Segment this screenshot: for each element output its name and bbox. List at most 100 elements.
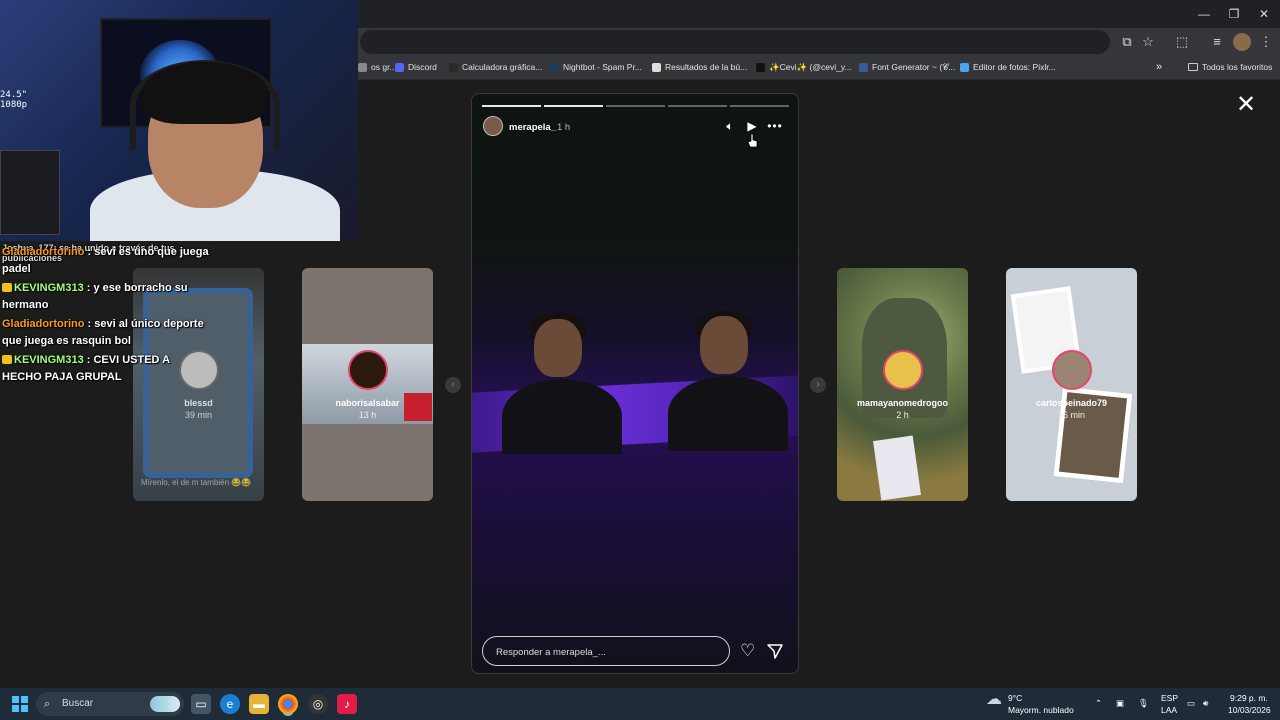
heart-icon[interactable]: ♡ [740, 642, 758, 660]
webcam-overlay: 24.5" 1080p [0, 0, 358, 241]
weather-temp[interactable]: 9°C [1008, 693, 1022, 704]
file-explorer-icon[interactable]: ▬ [249, 694, 269, 714]
card-username: mamayanomedrogoo [856, 398, 949, 408]
tiktok-icon[interactable]: ♪ [337, 694, 357, 714]
progress-segment [544, 105, 603, 107]
bookmark-label: ✨Cevi✨ (@cevi_y... [769, 62, 852, 72]
active-story[interactable]: merapela_ 1 h 🔈︎ ▶ ••• Responder a merap… [471, 93, 799, 674]
bookmark-item[interactable]: ✨Cevi✨ (@cevi_y... [756, 60, 852, 74]
bookmark-favicon-icon [652, 62, 661, 72]
chrome-icon[interactable] [278, 694, 298, 714]
chat-message: KEVINGM313 : CEVI USTED A HECHO PAJA GRU… [2, 352, 212, 386]
bookmark-label: Nightbot - Spam Pr... [563, 62, 642, 72]
bookmark-favicon-icon [550, 62, 559, 72]
progress-segment [606, 105, 665, 107]
send-icon[interactable] [766, 642, 784, 660]
next-story-icon[interactable]: › [810, 377, 826, 393]
chat-message: Gladiadortorino : sevi es uno que juega … [2, 244, 212, 278]
bookmark-item[interactable]: Resultados de la bú... [652, 60, 747, 74]
avatar [1052, 350, 1092, 390]
reply-placeholder: Responder a merapela_... [496, 647, 606, 658]
mute-icon[interactable]: 🔈︎ [722, 118, 738, 134]
extensions-icon[interactable]: ⬚ [1173, 33, 1191, 51]
subscriber-badge-icon [2, 283, 12, 292]
monitor-label: 24.5" 1080p [0, 90, 28, 110]
network-icon[interactable]: ▭ [1187, 698, 1195, 709]
card-time: 2 h [896, 410, 909, 420]
weather-icon[interactable]: ☁ [986, 692, 1002, 708]
chevron-up-icon[interactable]: ⌃ [1095, 698, 1102, 709]
bookmarks-overflow-icon[interactable]: » [1156, 60, 1162, 74]
more-options-icon[interactable]: ••• [767, 118, 783, 134]
taskbar-search-label: Buscar [62, 698, 94, 709]
address-field[interactable] [360, 30, 1110, 54]
chat-separator: : [84, 246, 95, 258]
mouse-cursor-icon [748, 134, 758, 148]
bookmark-star-icon[interactable]: ☆ [1139, 33, 1157, 51]
card-time: 36 min [1057, 410, 1085, 420]
story-card-naborisalsabar[interactable]: naborisalsabar 13 h [302, 268, 433, 501]
chat-username[interactable]: KEVINGM313 [14, 282, 84, 294]
story-card-mamayanomedrogoo[interactable]: mamayanomedrogoo 2 h [837, 268, 968, 501]
close-stories-icon[interactable]: ✕ [1234, 93, 1258, 118]
person-right [668, 310, 788, 451]
bookmark-item[interactable]: Nightbot - Spam Pr... [550, 60, 642, 74]
chat-message: Gladiadortorino : sevi al único deporte … [2, 316, 212, 350]
card-time: 39 min [184, 410, 212, 420]
story-timestamp: 1 h [557, 122, 571, 133]
prev-story-icon[interactable]: ‹ [445, 377, 461, 393]
chat-separator: : [84, 318, 95, 330]
microphone-icon[interactable]: 🎙︎ [1138, 698, 1149, 709]
person-left [502, 313, 622, 454]
language-code[interactable]: ESP [1161, 693, 1178, 704]
profile-avatar-icon[interactable] [1233, 33, 1251, 51]
streamer-hair [142, 62, 268, 124]
windows-start-icon[interactable] [12, 696, 28, 712]
weather-desc[interactable]: Mayorm. nublado [1008, 705, 1074, 716]
obs-icon[interactable]: ◎ [308, 694, 328, 714]
chat-username[interactable]: Gladiadortorino [2, 246, 85, 258]
progress-segment [730, 105, 789, 107]
bookmark-favicon-icon [960, 62, 969, 72]
story-card-carlospeinado79[interactable]: carlospeinado79 36 min [1006, 268, 1137, 501]
chat-message: KEVINGM313 : y ese borracho su hermano [2, 280, 212, 314]
media-control-icon[interactable]: ≡ [1208, 33, 1226, 51]
paper-prop [873, 435, 921, 501]
chat-username[interactable]: Gladiadortorino [2, 318, 85, 330]
bookmark-item[interactable]: Font Generator ~ (𝓒... [859, 60, 955, 74]
volume-icon[interactable]: 🔊︎ [1203, 698, 1208, 709]
bookmark-item[interactable]: Discord [395, 60, 437, 74]
search-highlight-icon [150, 696, 180, 712]
bookmark-item[interactable]: Calculadora gráfica... [449, 60, 542, 74]
maximize-button[interactable]: ❐ [1219, 5, 1249, 23]
minimize-button[interactable]: — [1189, 5, 1219, 23]
language-layout[interactable]: LAA [1161, 705, 1177, 716]
app-tray-icon[interactable]: ▣ [1116, 698, 1124, 709]
pc-case [0, 150, 60, 235]
all-bookmarks-label: Todos los favoritos [1202, 62, 1273, 72]
clock-time[interactable]: 9:29 p. m. [1230, 693, 1268, 704]
play-icon[interactable]: ▶ [744, 118, 760, 134]
cast-icon[interactable]: ⧉ [1118, 33, 1136, 51]
close-window-button[interactable]: ✕ [1249, 5, 1279, 23]
folder-icon [1188, 63, 1198, 71]
menu-kebab-icon[interactable]: ⋮ [1257, 33, 1275, 51]
subscriber-badge-icon [2, 355, 12, 364]
card-time: 13 h [358, 410, 377, 420]
edge-icon[interactable]: e [220, 694, 240, 714]
search-icon: ⌕ [44, 698, 51, 710]
bookmark-favicon-icon [859, 62, 868, 72]
bookmark-favicon-icon [756, 62, 765, 72]
chat-username[interactable]: KEVINGM313 [14, 354, 84, 366]
bookmark-label: Calculadora gráfica... [462, 62, 543, 72]
bookmark-item[interactable]: os gr... [358, 60, 397, 74]
task-view-icon[interactable]: ▭ [191, 694, 211, 714]
progress-segment [482, 105, 541, 107]
story-author-name[interactable]: merapela_ [509, 122, 556, 133]
all-bookmarks-folder[interactable]: Todos los favoritos [1188, 60, 1272, 74]
bookmark-label: Discord [408, 62, 437, 72]
clock-date[interactable]: 10/03/2026 [1228, 705, 1271, 716]
bookmark-item[interactable]: Editor de fotos: Pixlr... [960, 60, 1056, 74]
avatar [883, 350, 923, 390]
story-author-avatar[interactable] [483, 116, 503, 136]
